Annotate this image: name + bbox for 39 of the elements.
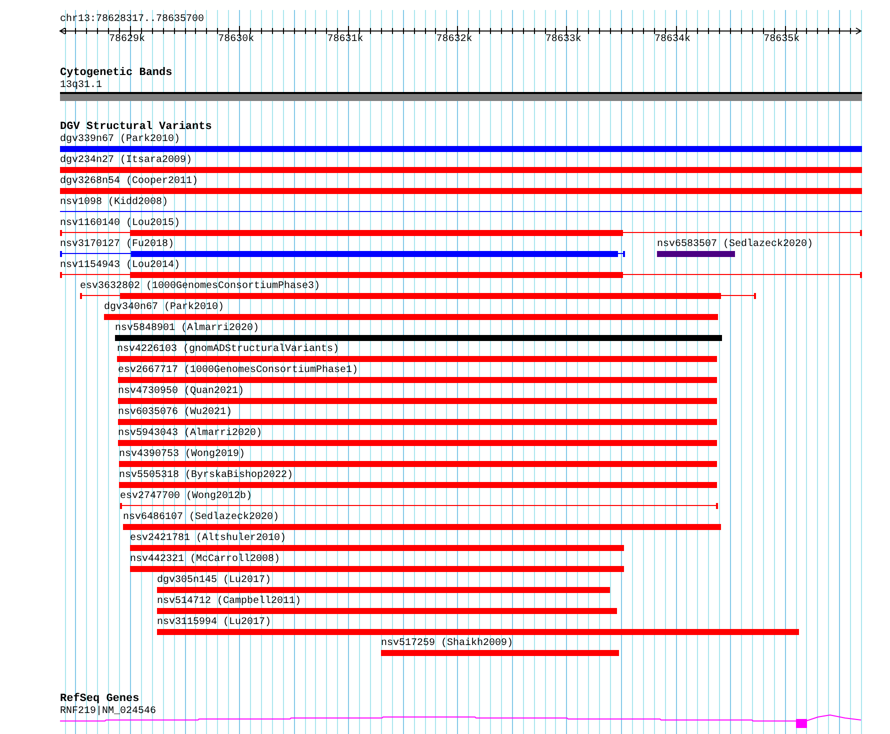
ruler-tick-label: 78635k — [764, 34, 800, 46]
variant-label: esv2421781 (Altshuler2010) — [130, 533, 286, 545]
variant-label: nsv4730950 (Quan2021) — [118, 386, 244, 398]
track-title: RefSeq Genes — [60, 693, 140, 705]
variant-label: dgv305n145 (Lu2017) — [157, 575, 272, 587]
variant-label: nsv3115994 (Lu2017) — [157, 617, 272, 629]
ruler-tick-label: 78632k — [436, 34, 472, 46]
variant-label: esv3632802 (1000GenomesConsortiumPhase3) — [80, 281, 320, 293]
band-label: 13q31.1 — [60, 80, 102, 92]
variant-label: nsv5505318 (ByrskaBishop2022) — [119, 470, 294, 482]
location-label: chr13:78628317..78635700 — [60, 14, 204, 26]
variant-label: dgv3268n54 (Cooper2011) — [60, 176, 198, 188]
variant-label: dgv340n67 (Park2010) — [104, 302, 224, 314]
ruler-tick-label: 78630k — [218, 34, 254, 46]
variant-label: esv2747700 (Wong2012b) — [120, 491, 252, 503]
variant-label: nsv3170127 (Fu2018) — [60, 239, 174, 251]
variant-label: nsv5943043 (Almarri2020) — [118, 428, 262, 440]
ruler-tick-label: 78633k — [545, 34, 582, 46]
ruler-tick-label: 78631k — [327, 34, 364, 46]
variant-label: nsv517259 (Shaikh2009) — [381, 638, 514, 650]
variant-label: nsv6486107 (Sedlazeck2020) — [123, 512, 280, 524]
variant-label: dgv234n27 (Itsara2009) — [60, 155, 192, 167]
variant-label: nsv1154943 (Lou2014) — [60, 260, 180, 272]
variant-label: dgv339n67 (Park2010) — [60, 134, 180, 146]
ruler-tick-label: 78629k — [109, 34, 146, 46]
track-title: Cytogenetic Bands — [60, 67, 172, 79]
variant-label: nsv4226103 (gnomADStructuralVariants) — [117, 344, 340, 356]
variant-label: nsv1160140 (Lou2015) — [60, 218, 180, 230]
variant-label: nsv6583507 (Sedlazeck2020) — [657, 239, 814, 251]
variant-label: esv2667717 (1000GenomesConsortiumPhase1) — [118, 365, 358, 377]
ruler-tick-label: 78634k — [654, 34, 691, 46]
variant-label: nsv442321 (McCarroll2008) — [130, 554, 280, 566]
variant-label: nsv1098 (Kidd2008) — [60, 197, 168, 209]
variant-label: nsv4390753 (Wong2019) — [119, 449, 246, 461]
gene-label: RNF219|NM_024546 — [60, 706, 156, 718]
variant-label: nsv5848901 (Almarri2020) — [115, 323, 260, 335]
variant-label: nsv6035076 (Wu2021) — [118, 407, 232, 419]
track-title: DGV Structural Variants — [60, 121, 212, 133]
variant-label: nsv514712 (Campbell2011) — [157, 596, 302, 608]
